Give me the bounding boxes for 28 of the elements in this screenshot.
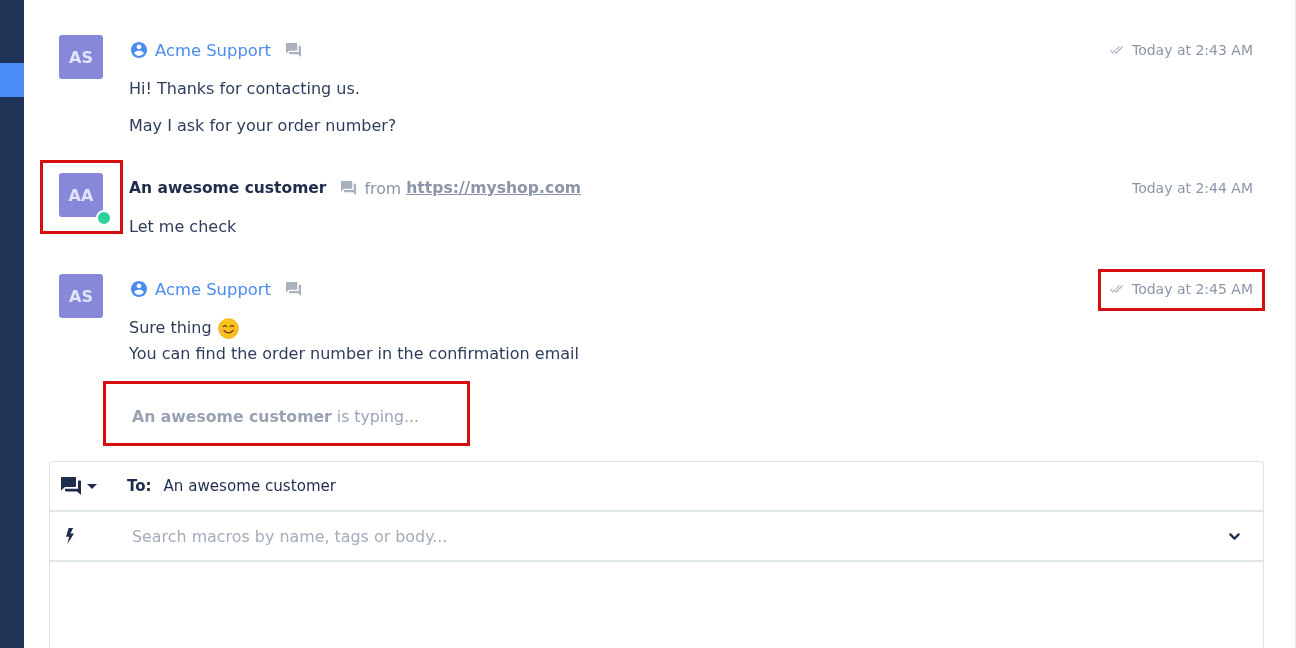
message-text: You can find the order number in the confirmation email [129,343,579,365]
message-text: Hi! Thanks for contacting us. [129,78,360,100]
message-text: May I ask for your order number? [129,115,397,137]
avatar: AS [59,274,103,318]
macro-search-field[interactable]: Search macros by name, tags or body... [132,522,1219,550]
message-text: Let me check [129,216,237,238]
timestamp: Today at 2:43 AM [1132,42,1253,58]
chevron-down-icon[interactable] [1229,532,1240,540]
avatar: AA [59,173,103,217]
recipient-name: An awesome customer [163,477,337,495]
message-text: Sure thing [129,317,212,339]
author-name[interactable]: Acme Support [155,279,271,299]
chat-icon [61,477,81,495]
chat-icon [286,282,301,296]
chat-icon [341,181,357,195]
typing-indicator: An awesome customer is typing... [132,407,419,426]
author-name[interactable]: Acme Support [155,40,271,60]
author-name[interactable]: An awesome customer [129,179,327,197]
timestamp: Today at 2:45 AM [1132,281,1253,297]
source-link[interactable]: https://myshop.com [406,179,582,197]
avatar: AS [59,35,103,79]
channel-button[interactable] [61,477,97,495]
caret-icon [87,483,97,489]
source-label: from [364,178,402,198]
chat-icon [286,43,301,57]
lightning-icon [66,528,74,544]
to-label: To: [127,477,152,495]
timestamp: Today at 2:44 AM [1132,180,1253,196]
